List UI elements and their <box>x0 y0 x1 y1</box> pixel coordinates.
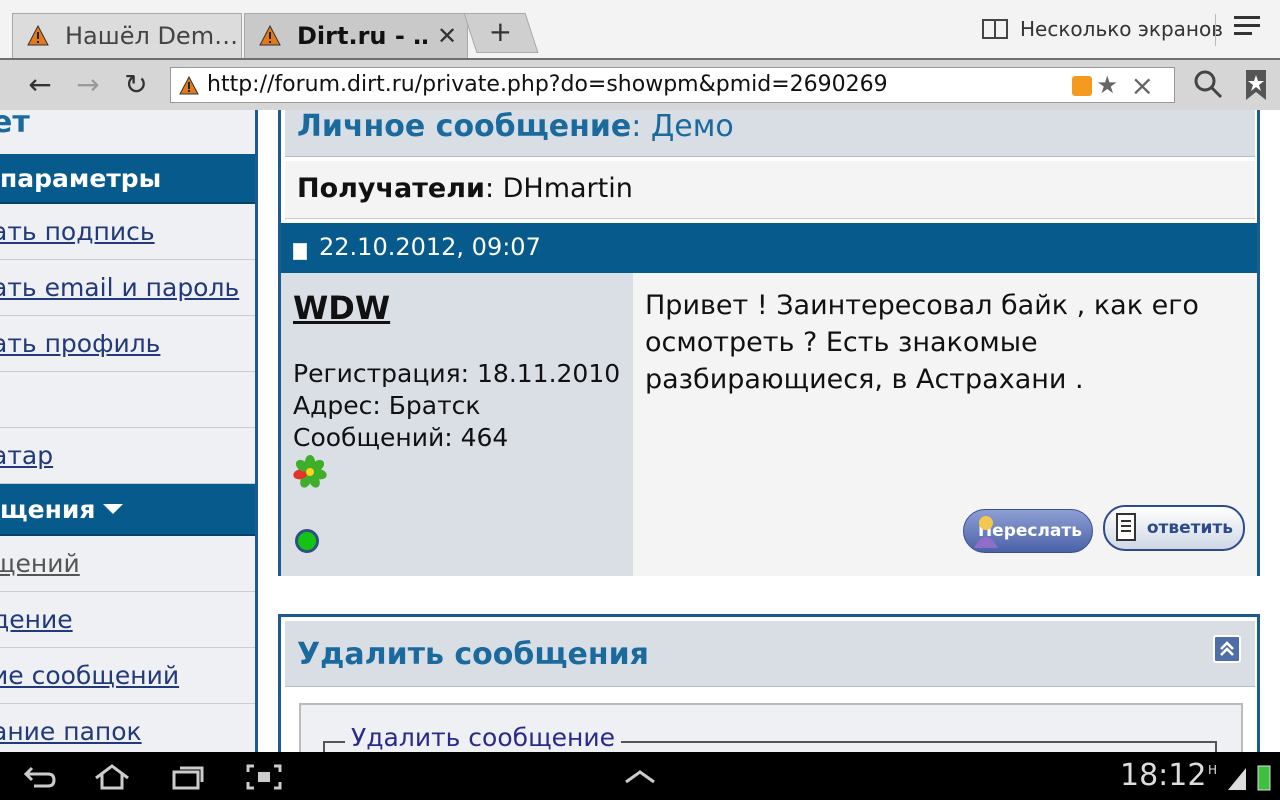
browser-tab-strip: Нашёл Dem… Dirt.ru - … ✕ + Несколько экр… <box>0 0 1280 58</box>
sidebar-item-avatar[interactable]: атар <box>0 428 255 484</box>
collapse-icon[interactable] <box>1213 635 1241 663</box>
delete-messages-panel: Удалить сообщения Удалить сообщение <box>278 614 1260 752</box>
sidebar-title-text: ет <box>0 110 30 140</box>
warning-icon <box>27 25 49 46</box>
reply-button[interactable]: ответить <box>1103 505 1245 551</box>
delete-legend: Удалить сообщение <box>345 723 621 752</box>
recipients-row: Получатели: DHmartin <box>285 161 1255 219</box>
sidebar-item-profile[interactable]: ать профиль <box>0 316 255 372</box>
chevron-up-icon[interactable] <box>620 762 660 792</box>
post-date: 22.10.2012, 09:07 <box>319 233 541 261</box>
post-date-bar: 22.10.2012, 09:07 <box>281 223 1257 273</box>
sidebar-title: ет <box>0 110 255 144</box>
sidebar-header-label: щения <box>0 494 96 524</box>
sidebar-item-signature[interactable]: ать подпись <box>0 204 255 260</box>
author-registration: Регистрация: 18.11.2010 <box>293 359 621 388</box>
sidebar-item-label[interactable]: ать профиль <box>0 329 160 358</box>
clear-url-icon[interactable]: × <box>1131 69 1154 102</box>
page-title: Личное сообщение: Демо <box>297 110 734 144</box>
forward-message-button[interactable]: Переслать <box>963 509 1093 553</box>
back-nav-icon[interactable] <box>20 762 60 792</box>
svg-text:H: H <box>1208 763 1217 777</box>
delete-form: Удалить сообщение <box>299 703 1243 752</box>
divider <box>1215 14 1216 46</box>
delete-section-title: Удалить сообщения <box>297 637 649 672</box>
pm-title-row: Личное сообщение: Демо <box>285 110 1255 157</box>
author-address: Адрес: Братск <box>293 391 481 420</box>
clock: 18:12 <box>1120 758 1207 793</box>
author-posts: Сообщений: 464 <box>293 423 509 452</box>
warning-icon <box>259 25 281 46</box>
delete-title-row: Удалить сообщения <box>285 621 1255 687</box>
back-button[interactable]: ← <box>20 66 60 106</box>
close-tab-icon[interactable]: ✕ <box>427 22 467 50</box>
multiscreen-button[interactable]: Несколько экранов <box>982 14 1223 44</box>
system-navigation-bar: 18:12 H <box>0 752 1280 800</box>
sidebar-header-messages[interactable]: щения <box>0 484 255 536</box>
multiscreen-label: Несколько экранов <box>1020 17 1224 41</box>
forward-button[interactable]: → <box>68 66 108 106</box>
author-info: WDW Регистрация: 18.11.2010 Адрес: Братс… <box>281 273 633 576</box>
search-icon[interactable] <box>1192 68 1224 100</box>
rss-icon[interactable] <box>1072 76 1092 96</box>
private-message-panel: Личное сообщение: Демо Получатели: DHmar… <box>278 110 1260 576</box>
star-icon[interactable]: ★ <box>1096 71 1118 99</box>
message-text: Привет ! Заинтересовал байк , как его ос… <box>645 290 1199 395</box>
bookmarks-icon[interactable] <box>1244 68 1268 102</box>
sidebar-item-label[interactable]: щений <box>0 549 80 578</box>
sidebar-item-email-password[interactable]: ать email и пароль <box>0 260 255 316</box>
tab-nashel-demo[interactable]: Нашёл Dem… <box>12 13 242 58</box>
message-body: Привет ! Заинтересовал байк , как его ос… <box>633 273 1257 576</box>
tab-dirt-ru[interactable]: Dirt.ru - … ✕ <box>244 13 468 58</box>
recipients-value: : DHmartin <box>484 173 633 204</box>
tab-title: Нашёл Dem… <box>65 22 239 50</box>
tab-title: Dirt.ru - … <box>297 22 427 50</box>
warning-icon <box>179 76 199 95</box>
sidebar-item-label[interactable]: ание папок <box>0 717 142 746</box>
reply-label: ответить <box>1146 518 1233 538</box>
user-icon <box>974 516 998 548</box>
post-icon <box>293 243 307 260</box>
signal-status-icons: H <box>1208 763 1271 791</box>
home-icon[interactable] <box>92 762 132 792</box>
sidebar-item-empty[interactable] <box>0 372 255 428</box>
address-toolbar: ← → ↻ http://forum.dirt.ru/private.php?d… <box>0 58 1280 110</box>
sidebar-header-params: параметры <box>0 154 255 204</box>
pm-title-bold: Личное сообщение <box>297 110 632 144</box>
sidebar-header-label: параметры <box>0 163 162 193</box>
sidebar: ет параметры ать подпись ать email и пар… <box>0 110 258 752</box>
recipients-label: Получатели <box>297 173 485 204</box>
icq-icon[interactable] <box>293 455 327 489</box>
sidebar-item-label[interactable]: атар <box>0 441 53 470</box>
new-tab-button[interactable]: + <box>463 13 539 53</box>
multiscreen-icon <box>982 19 1008 39</box>
sidebar-item-track-messages[interactable]: ие сообщений <box>0 648 255 704</box>
sidebar-item-folders[interactable]: ание папок <box>0 704 255 752</box>
sidebar-item-label[interactable]: ать подпись <box>0 217 155 246</box>
online-status-icon <box>295 529 319 553</box>
chevron-down-icon <box>103 504 124 514</box>
sidebar-item-messages-list[interactable]: щений <box>0 536 255 592</box>
screenshot-icon[interactable] <box>244 762 284 792</box>
author-name[interactable]: WDW <box>293 289 390 327</box>
new-tab-label: + <box>488 15 513 48</box>
reload-button[interactable]: ↻ <box>116 66 156 106</box>
pm-title-subject: : Демо <box>631 110 734 144</box>
sidebar-item-new-message[interactable]: дение <box>0 592 255 648</box>
url-text: http://forum.dirt.ru/private.php?do=show… <box>207 72 888 97</box>
sidebar-item-label[interactable]: ие сообщений <box>0 661 179 690</box>
document-icon <box>1116 513 1136 541</box>
sidebar-item-label[interactable]: дение <box>0 605 73 634</box>
menu-icon[interactable] <box>1234 16 1260 40</box>
url-field[interactable]: http://forum.dirt.ru/private.php?do=show… <box>170 67 1175 103</box>
recipients: Получатели: DHmartin <box>297 173 633 204</box>
web-page: ет параметры ать подпись ать email и пар… <box>0 110 1280 752</box>
sidebar-item-label[interactable]: ать email и пароль <box>0 273 239 302</box>
recent-apps-icon[interactable] <box>168 762 208 792</box>
